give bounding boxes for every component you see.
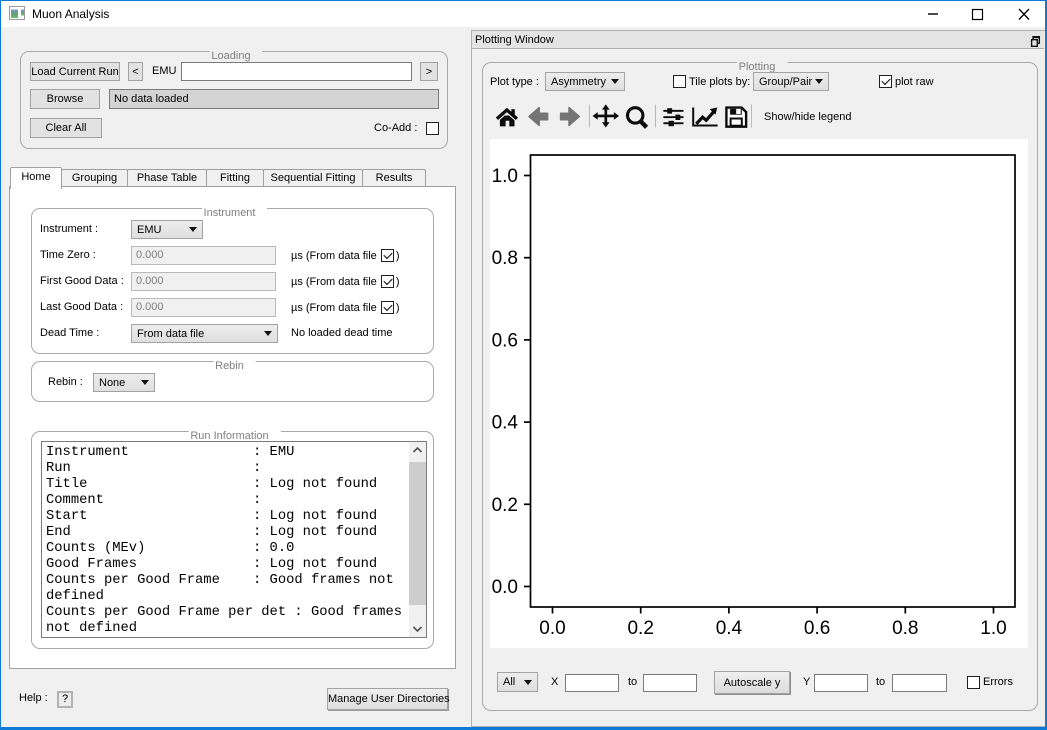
svg-text:0.2: 0.2 [627, 618, 653, 639]
svg-text:0.4: 0.4 [716, 618, 743, 639]
svg-text:0.2: 0.2 [492, 495, 518, 516]
svg-text:1.0: 1.0 [492, 166, 518, 187]
svg-text:0.0: 0.0 [492, 577, 518, 598]
svg-text:0.6: 0.6 [492, 330, 518, 351]
svg-text:1.0: 1.0 [980, 618, 1006, 639]
svg-text:0.0: 0.0 [539, 618, 565, 639]
svg-text:0.6: 0.6 [804, 618, 830, 639]
svg-text:0.8: 0.8 [492, 248, 518, 269]
svg-text:0.8: 0.8 [892, 618, 918, 639]
svg-text:0.4: 0.4 [492, 413, 519, 434]
